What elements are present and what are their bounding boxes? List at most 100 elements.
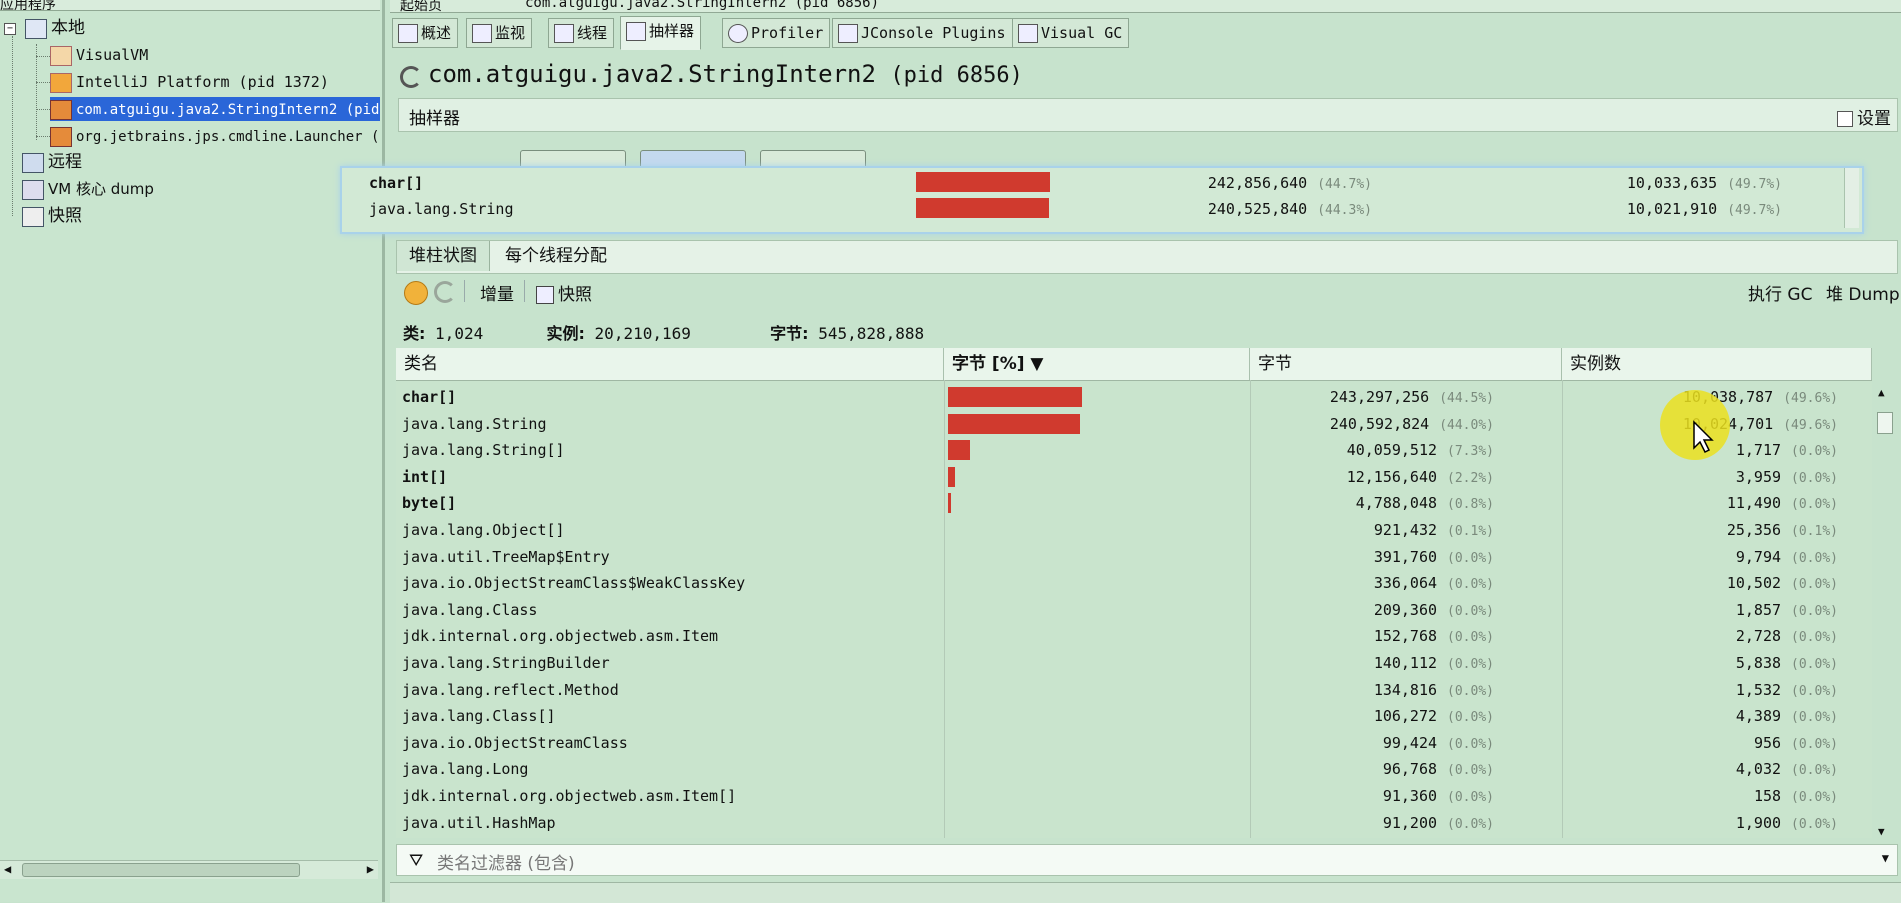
table-row[interactable]: java.lang.String240,592,824(44.0%)10,024… — [396, 411, 1872, 437]
row-bytes: 209,360 — [1373, 600, 1438, 619]
row-instances: 9,794 — [1735, 547, 1782, 566]
table-row[interactable]: java.io.ObjectStreamClass$WeakClassKey 33… — [396, 570, 1872, 596]
title-pid: (pid 6856) — [890, 63, 1023, 88]
scroll-right-icon[interactable]: ▶ — [367, 862, 374, 876]
filter-icon[interactable]: ⛛ — [409, 851, 423, 871]
table-row[interactable]: java.util.TreeMap$Entry 391,760 (0.0%) 9,79… — [396, 544, 1872, 570]
tab-per-thread-allocation[interactable]: 每个线程分配 — [493, 241, 619, 271]
tab-monitor[interactable]: 监视 — [466, 18, 533, 48]
tree-node-label: org.jetbrains.jps.cmdline.Launcher ( — [76, 129, 380, 145]
table-row[interactable]: java.lang.Class 209,360 (0.0%) 1,857 (0.0%) — [396, 597, 1872, 623]
row-instances: 3,959 — [1735, 467, 1782, 486]
tab-label: Profiler — [751, 24, 824, 42]
row-instances: 158 — [1753, 787, 1782, 805]
loading-spinner-icon — [400, 66, 422, 88]
tree-node-local[interactable]: − 本地 — [4, 16, 85, 40]
computer-icon — [25, 18, 48, 39]
core-dump-icon — [22, 179, 44, 200]
row-instances-pct: (0.0%) — [1791, 497, 1838, 513]
instances-count: 20,210,169 — [594, 324, 691, 343]
tab-threads[interactable]: 线程 — [548, 18, 615, 48]
table-row[interactable]: java.lang.Object[] 921,432 (0.1%) 25,356 (0.… — [396, 517, 1872, 543]
refresh-icon[interactable] — [434, 281, 456, 303]
tab-overview[interactable]: 概述 — [392, 18, 459, 48]
row-instances-pct: (0.0%) — [1791, 630, 1838, 646]
preview-scrollbar[interactable] — [1844, 168, 1859, 228]
scroll-up-icon[interactable]: ▲ — [1878, 386, 1885, 399]
tree-node-stringintern2[interactable]: com.atguigu.java2.StringIntern2 (pid — [50, 97, 380, 121]
pause-icon[interactable] — [404, 281, 428, 305]
heap-dump-button[interactable]: 堆 Dump — [1826, 280, 1900, 305]
scrollbar-thumb[interactable] — [22, 863, 300, 877]
perform-gc-button[interactable]: 执行 GC — [1748, 280, 1812, 305]
row-bytes-pct: (0.0%) — [1447, 550, 1494, 566]
table-row[interactable]: java.lang.String[] 40,059,512 (7.3%) 1,717 (… — [396, 437, 1872, 463]
tab-stringintern2[interactable]: com.atguigu.java2.StringIntern2 (pid 685… — [525, 0, 879, 11]
preview-bytes: 240,525,840 — [1207, 200, 1308, 218]
table-row[interactable]: java.lang.Class[] 106,272 (0.0%) 4,389 (0.0%… — [396, 703, 1872, 729]
scrollbar-thumb[interactable] — [1877, 412, 1893, 434]
collapse-icon[interactable]: − — [4, 22, 16, 35]
tree-node-visualvm[interactable]: VisualVM — [50, 43, 148, 67]
row-instances-pct: (49.6%) — [1783, 417, 1838, 433]
mouse-pointer-icon — [1693, 420, 1714, 454]
column-class-name[interactable]: 类名 — [396, 348, 944, 380]
row-bytes-pct: (0.0%) — [1447, 763, 1494, 779]
table-row[interactable]: java.lang.StringBuilder 140,112 (0.0%) 5,83… — [396, 650, 1872, 676]
table-row[interactable]: java.lang.reflect.Method 134,816 (0.0%) 1,5… — [396, 677, 1872, 703]
snapshot-button[interactable]: 快照 — [536, 280, 592, 305]
applications-tab[interactable]: 应用程序 — [0, 0, 380, 11]
tab-start-page[interactable]: 起始页 — [400, 0, 442, 12]
row-bytes-pct: (0.0%) — [1447, 603, 1494, 619]
row-instances-pct: (0.0%) — [1791, 603, 1838, 619]
settings-checkbox[interactable]: 设置 — [1837, 104, 1891, 129]
table-row[interactable]: char[] 243,297,256 (44.5%) 10,038,787 (49.6%… — [396, 384, 1872, 410]
table-row[interactable]: java.io.ObjectStreamClass 99,424 (0.0%) 956… — [396, 730, 1872, 756]
scroll-down-icon[interactable]: ▼ — [1878, 825, 1885, 838]
row-class-name: byte[] — [402, 494, 457, 513]
tree-node-snapshots[interactable]: 快照 — [22, 204, 82, 228]
tree-node-remote[interactable]: 远程 — [22, 150, 82, 174]
column-instances[interactable]: 实例数 — [1562, 348, 1872, 380]
row-bytes: 91,360 — [1382, 787, 1438, 805]
row-instances-pct: (0.0%) — [1791, 736, 1838, 752]
java-icon — [50, 126, 72, 147]
table-row[interactable]: jdk.internal.org.objectweb.asm.Item[] 91,… — [396, 783, 1872, 809]
table-row[interactable]: java.util.HashMap 91,200 (0.0%) 1,900 (0.0%) — [396, 810, 1872, 836]
tree-node-intellij[interactable]: IntelliJ Platform (pid 1372) — [50, 70, 329, 94]
scroll-left-icon[interactable]: ◀ — [4, 862, 11, 876]
preview-instances: 10,033,635 — [1626, 174, 1718, 192]
java-icon — [50, 99, 72, 120]
row-bytes: 99,424 — [1382, 733, 1438, 752]
tab-profiler[interactable]: Profiler — [722, 18, 831, 48]
row-instances-pct: (0.0%) — [1791, 683, 1838, 699]
row-class-name: java.lang.Class[] — [402, 707, 556, 726]
visualvm-icon — [50, 45, 72, 66]
tree-node-core-dump[interactable]: VM 核心 dump — [22, 177, 154, 201]
table-row[interactable]: jdk.internal.org.objectweb.asm.Item 152,7… — [396, 623, 1872, 649]
sampler-icon — [626, 22, 646, 41]
row-instances: 1,532 — [1735, 680, 1782, 699]
row-instances: 2,728 — [1735, 627, 1782, 646]
table-row[interactable]: byte[] 4,788,048 (0.8%) 11,490 (0.0%) — [396, 490, 1872, 516]
chevron-down-icon[interactable]: ▼ — [1882, 851, 1889, 865]
tab-heap-histogram[interactable]: 堆柱状图 — [397, 241, 490, 271]
table-row[interactable]: int[] 12,156,640 (2.2%) 3,959 (0.0%) — [396, 464, 1872, 490]
class-name-filter[interactable]: ⛛ 类名过滤器 (包含) ▼ — [396, 844, 1898, 876]
preview-instances-pct: (49.7%) — [1727, 177, 1782, 192]
table-vertical-scrollbar[interactable]: ▲ ▼ — [1874, 386, 1896, 838]
checkbox-icon[interactable] — [1837, 111, 1853, 127]
left-horizontal-scrollbar[interactable]: ◀ ▶ — [0, 860, 378, 879]
column-bytes-percent[interactable]: 字节 [%] ▼ — [944, 348, 1250, 380]
column-bytes[interactable]: 字节 — [1250, 348, 1562, 380]
table-row[interactable]: java.lang.Long 96,768 (0.0%) 4,032 (0.0%) — [396, 756, 1872, 782]
toolbar-divider — [524, 280, 525, 302]
row-instances: 4,389 — [1735, 707, 1782, 726]
snapshot-label: 快照 — [558, 285, 592, 305]
tab-jconsole-plugins[interactable]: JConsole Plugins — [832, 18, 1013, 48]
tab-sampler[interactable]: 抽样器 — [620, 16, 702, 50]
row-instances: 1,900 — [1735, 813, 1782, 832]
delta-button[interactable]: 增量 — [480, 280, 514, 305]
tree-node-launcher[interactable]: org.jetbrains.jps.cmdline.Launcher ( — [50, 124, 379, 148]
tab-visual-gc[interactable]: Visual GC — [1012, 18, 1130, 48]
